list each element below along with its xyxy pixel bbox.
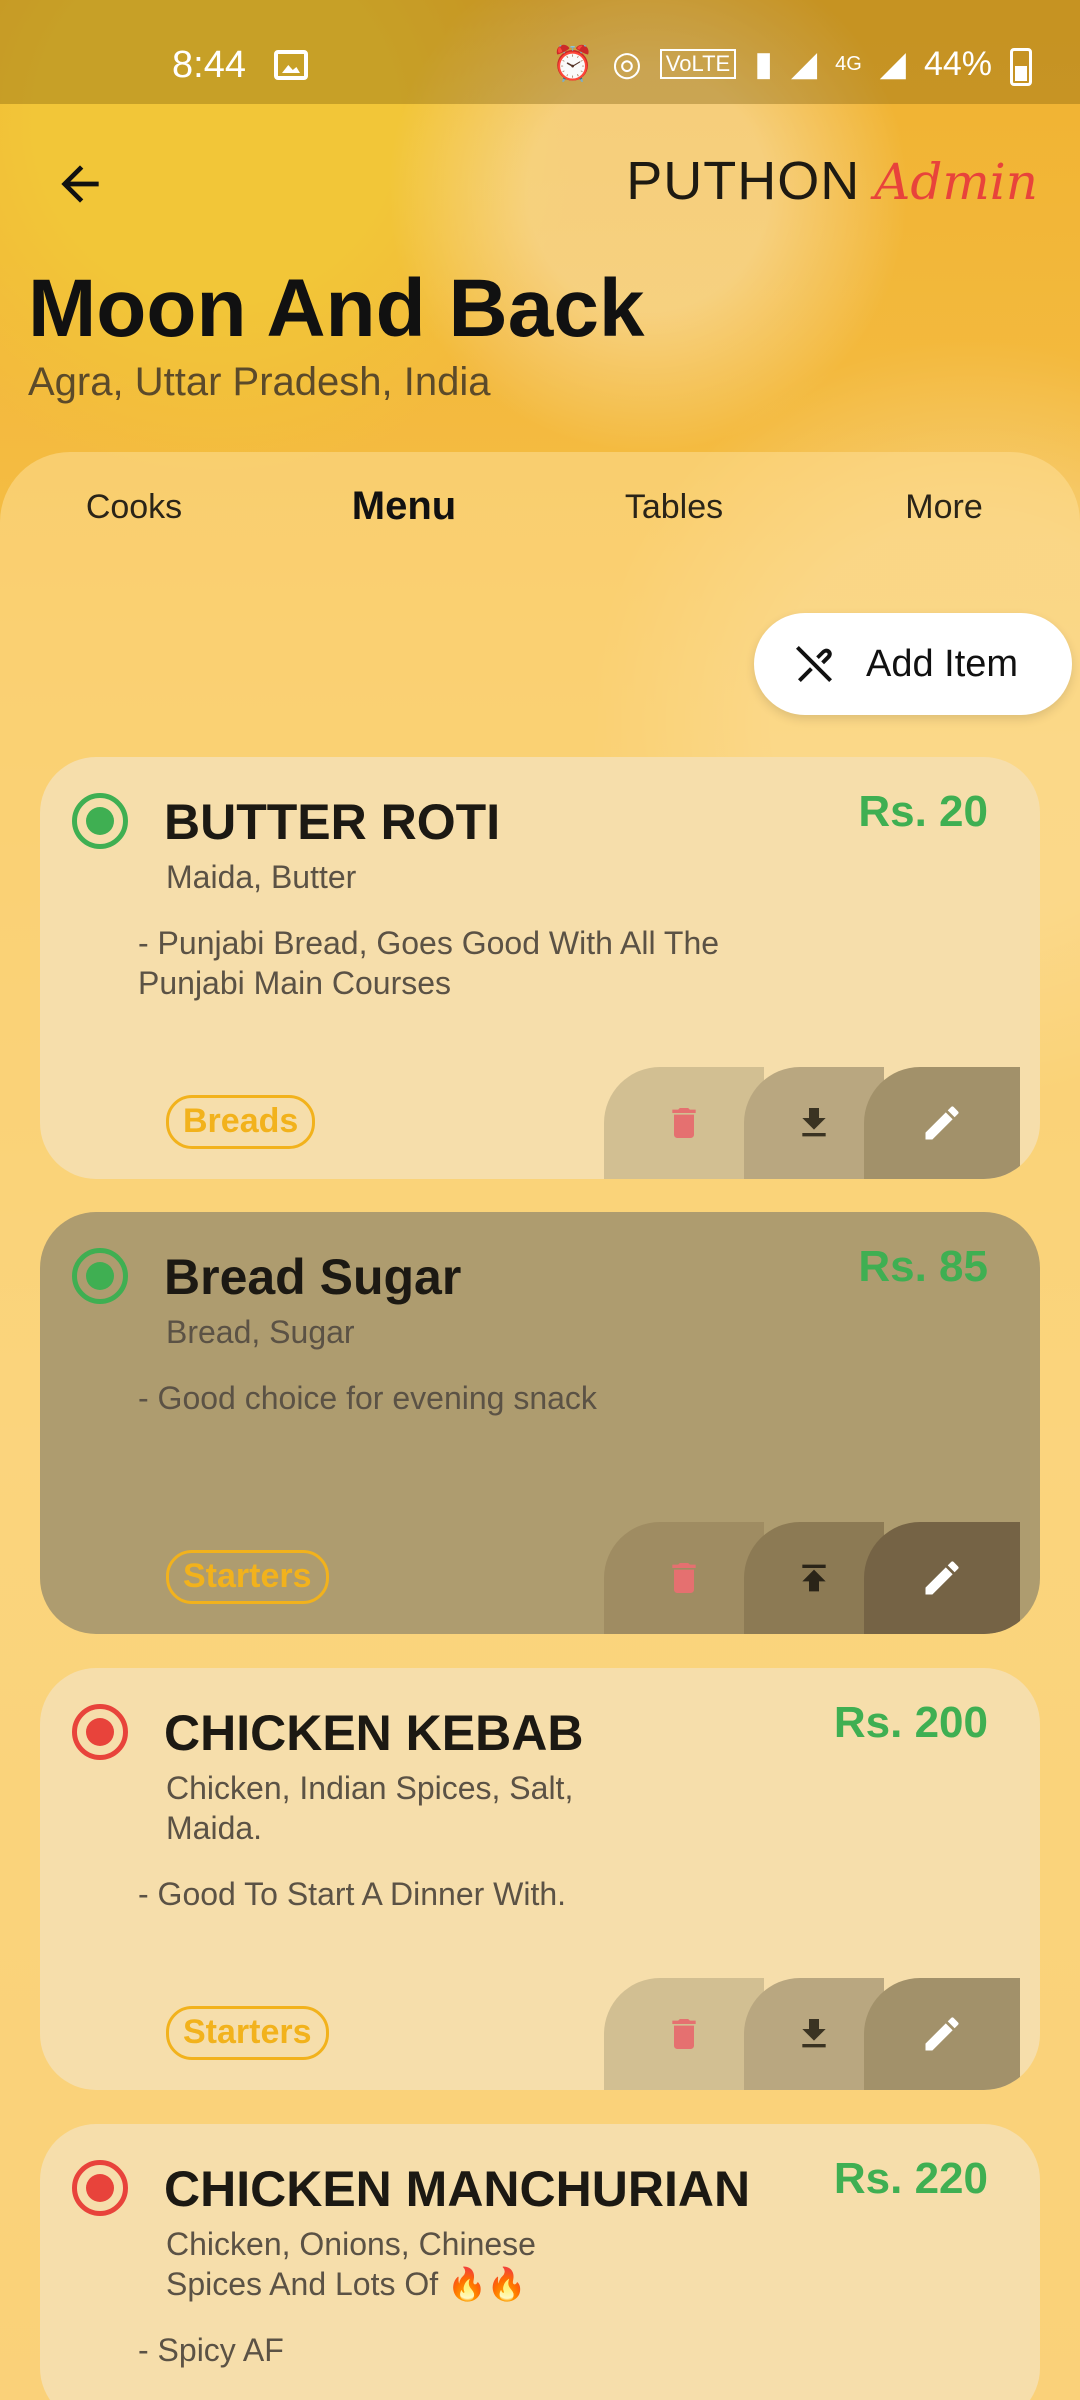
signal-icon-2: ◢ [879,45,906,83]
hotspot-icon: ◎ [612,45,642,83]
restaurant-location: Agra, Uttar Pradesh, India [28,360,491,404]
trash-icon [672,1563,696,1593]
status-time: 8:44 [172,44,246,86]
item-category-badge: Breads [166,1095,316,1149]
nonveg-indicator-icon [72,2160,128,2216]
tab-more[interactable]: More [844,488,1044,527]
delete-button[interactable] [604,1978,764,2090]
menu-item-card[interactable]: BUTTER ROTI Rs. 20 Maida, Butter - Punja… [40,757,1040,1179]
download-icon [802,1108,826,1137]
status-icons: ⏰ ◎ VoLTE ▮ ◢ 4G ◢ 44% [552,44,992,84]
trash-icon [672,1108,696,1138]
item-description: - Good choice for evening snack [138,1380,597,1416]
menu-item-card[interactable]: CHICKEN KEBAB Rs. 200 Chicken, Indian Sp… [40,1668,1040,2090]
veg-indicator-icon [72,1248,128,1304]
item-name: CHICKEN KEBAB [164,1705,584,1761]
item-description: - Punjabi Bread, Goes Good With All The … [138,925,720,1001]
tab-tables[interactable]: Tables [574,488,774,527]
app-brand: PUTHON Admin [626,150,1038,212]
item-price: Rs. 20 [858,787,988,836]
item-price: Rs. 200 [833,1698,988,1747]
alarm-icon: ⏰ [551,45,595,83]
brand-role: Admin [874,153,1038,211]
item-ingredients: Chicken, Onions, Chinese Spices And Lots… [166,2226,536,2302]
hide-item-button[interactable] [744,1067,884,1179]
back-button[interactable] [52,156,108,212]
item-actions [604,1067,1040,1179]
network-type: 4G [835,52,862,75]
item-category-badge: Starters [166,1550,329,1604]
edit-button[interactable] [864,1522,1020,1634]
item-price: Rs. 220 [833,2154,988,2203]
item-ingredients: Maida, Butter [166,859,357,895]
item-name: Bread Sugar [164,1249,462,1305]
item-name: CHICKEN MANCHURIAN [164,2161,751,2217]
pencil-icon [925,1106,959,1140]
status-bar: 8:44 ⏰ ◎ VoLTE ▮ ◢ 4G ◢ 44% [0,0,1080,104]
menu-item-card[interactable]: Bread Sugar Rs. 85 Bread, Sugar - Good c… [40,1212,1040,1634]
edit-button[interactable] [864,1067,1020,1179]
battery-level: 44% [923,44,992,83]
tab-cooks[interactable]: Cooks [34,488,234,527]
menu-item-card[interactable]: CHICKEN MANCHURIAN Rs. 220 Chicken, Onio… [40,2124,1040,2400]
battery-icon [1010,48,1032,86]
brand-name: PUTHON [626,151,861,211]
item-ingredients: Chicken, Indian Spices, Salt, Maida. [166,1770,574,1846]
item-actions [604,1978,1040,2090]
delete-button[interactable] [604,1067,764,1179]
veg-indicator-icon [72,793,128,849]
add-item-button[interactable]: Add Item [754,613,1072,715]
volte-icon: VoLTE [659,49,737,79]
delete-button[interactable] [604,1522,764,1634]
restaurant-name: Moon And Back [28,263,645,354]
hide-item-button[interactable] [744,1978,884,2090]
arrow-left-icon [61,165,99,203]
cutlery-icon [796,646,832,682]
item-description: - Good To Start A Dinner With. [138,1876,567,1912]
unhide-item-button[interactable] [744,1522,884,1634]
item-description: - Spicy AF [138,2332,284,2368]
vibrate-icon: ▮ [754,45,773,83]
item-price: Rs. 85 [858,1242,988,1291]
trash-icon [672,2019,696,2049]
signal-icon: ◢ [790,45,818,83]
tab-bar: Cooks Menu Tables More [0,484,1080,548]
upload-icon [802,1564,826,1592]
item-ingredients: Bread, Sugar [166,1314,355,1350]
nonveg-indicator-icon [72,1704,128,1760]
tab-menu[interactable]: Menu [304,484,504,529]
pencil-icon [925,1561,959,1595]
edit-button[interactable] [864,1978,1020,2090]
pencil-icon [925,2017,959,2051]
add-item-label: Add Item [866,642,1019,685]
item-category-badge: Starters [166,2006,329,2060]
item-name: BUTTER ROTI [164,794,501,850]
download-icon [802,2019,826,2048]
item-actions [604,1522,1040,1634]
image-notification-icon [274,50,308,80]
